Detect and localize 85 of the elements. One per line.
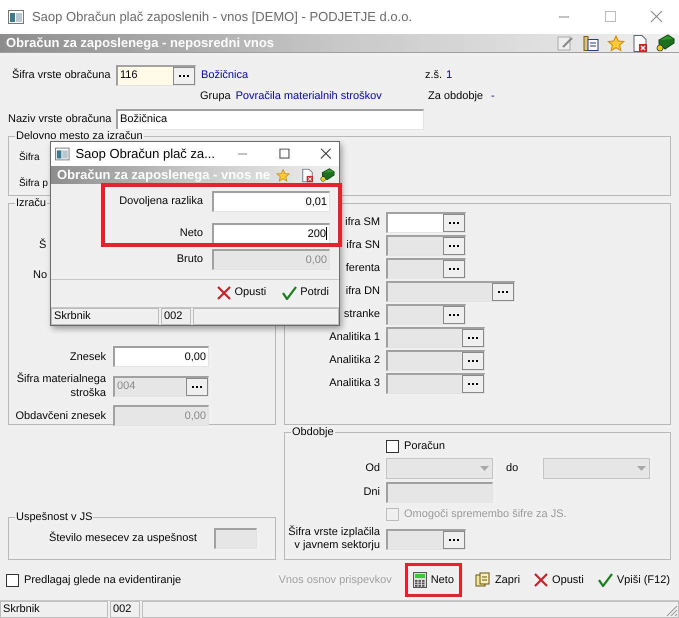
cross-icon [534,573,548,587]
field-label: No [33,268,48,282]
field-label: ifra SM [345,215,380,230]
field-label: Analitika 2 [329,353,380,368]
check-icon [282,286,298,300]
field-label: Šifra vrste izplačila v javnem sektorju [287,526,380,552]
document-delete-icon[interactable] [302,166,314,184]
book-icon[interactable] [656,34,675,52]
field-label: Naziv vrste obračuna [8,112,112,125]
field-label: Š [39,237,46,253]
ellipsis-button[interactable] [443,214,465,232]
check-icon [598,573,613,587]
input-field[interactable]: 0,01 [212,191,330,212]
dialog-title: Saop Obračun plač za... [76,145,215,164]
field-label: Šifra p [19,176,48,191]
dropdown-field[interactable] [386,458,493,479]
field-value: 1 [446,68,452,83]
checkbox[interactable] [386,440,399,453]
field-label: Šifra [19,150,40,165]
input-field[interactable] [386,482,493,503]
input-field[interactable]: 0,00 [113,346,209,367]
group-legend: Obdobje [291,425,335,439]
edit-icon[interactable] [557,36,574,50]
field-label: ifra SN [346,238,380,254]
status-cell: 002 [161,308,191,325]
toolbar-button[interactable]: Vpiši (F12) [596,568,671,592]
group-value: Povračila materialnih stroškov [236,88,382,104]
field-label: Dni [363,485,380,500]
checkbox-label: Predlagaj glede na evidentiranje [24,572,182,588]
status-cell: Skrbnik [0,601,108,618]
field-label: Za obdobje [428,88,484,104]
field-label: Število mesecev za uspešnost [49,532,197,544]
app-icon [55,147,70,161]
list-window-icon[interactable] [582,36,599,50]
field-label: Analitika 3 [329,376,380,392]
toolbar-button[interactable]: Zapri [474,568,522,592]
dropdown-field[interactable] [543,458,650,479]
toolbar-button[interactable]: Neto [412,568,455,592]
status-cell: 002 [110,601,140,618]
field-label: do [506,462,518,474]
field-label: Dovoljena razlika [119,194,203,210]
dropdown-arrow-icon [480,466,489,471]
star-icon[interactable] [276,166,290,184]
type-name-text: Božičnica [201,68,248,81]
field-label: ifra DN [346,284,380,300]
field-label: stranke [344,307,380,322]
documents-icon [474,572,491,588]
star-icon[interactable] [607,34,625,52]
group-legend: Uspešnost v JS [15,510,94,524]
field-label: Analitika 1 [329,330,380,346]
dialog-button[interactable]: Opusti [217,284,266,301]
field-label: Bruto [176,252,203,268]
input-field[interactable] [214,528,257,549]
book-icon[interactable] [320,166,336,184]
checkbox[interactable] [6,574,19,586]
app-icon [8,10,24,24]
field-label: Neto [180,226,203,242]
input-field[interactable]: 200 [212,223,330,244]
input-field[interactable] [386,212,466,233]
checkbox-label: Omogoči spremembo šifre za JS. [404,507,567,522]
field-label: Grupa [200,88,231,104]
field-label: z.š. [425,68,442,83]
ellipsis-button[interactable] [173,66,195,84]
status-cell: Skrbnik [51,308,159,325]
input-field[interactable] [386,528,466,550]
field-value: - [491,88,495,104]
checkbox-label: Poračun [404,439,445,454]
dialog-button[interactable]: Potrdi [282,284,329,301]
header-title: Obračun za zaposlenega - neposredni vnos [6,34,276,52]
cross-icon [217,286,232,300]
resize-grip-icon[interactable] [666,605,678,617]
input-field[interactable]: Božičnica [116,108,424,130]
field-label: Znesek [70,350,106,364]
input-field[interactable]: 116 [116,64,196,86]
field-label: ferenta [346,261,380,276]
toolbar-button[interactable]: Opusti [533,568,585,592]
field-label: Šifra vrste obračuna [12,68,110,81]
document-delete-icon[interactable] [633,34,648,52]
window-title: Saop Obračun plač zaposlenih - vnos [DEMO] - PODJETJE d.o.o. [32,8,414,26]
calculator-icon [412,572,427,588]
field-label: Obdavčeni znesek [16,408,106,422]
ellipsis-button[interactable] [443,530,465,548]
field-label: Šifra materialnega stroška [16,372,106,400]
dropdown-arrow-icon [637,466,646,471]
field-label: Od [365,461,380,476]
